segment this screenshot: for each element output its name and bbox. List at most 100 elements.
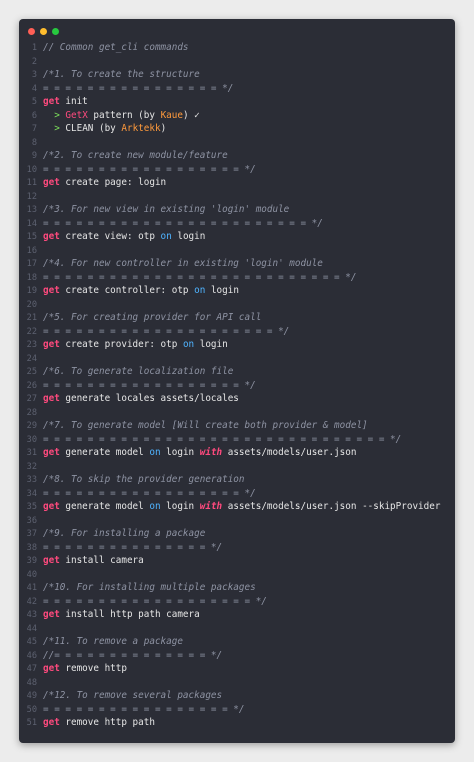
line-number: 4 — [31, 83, 37, 94]
code-token-comment: /*1. To create the structure — [43, 69, 200, 80]
code-token-kw: get — [43, 663, 60, 674]
code-line: 45 /*11. To remove a package — [19, 635, 455, 649]
line-number: 2 — [31, 56, 37, 67]
line-number: 38 — [26, 542, 37, 553]
code-token-bullet: > — [54, 109, 66, 121]
code-token-name: Arktekk — [121, 123, 161, 134]
code-line: 32 — [19, 460, 455, 474]
code-token-kw: get — [43, 447, 60, 458]
code-token-on: on — [149, 501, 161, 512]
code-line: 30 = = = = = = = = = = = = = = = = = = = … — [19, 433, 455, 447]
code-line: 40 — [19, 568, 455, 582]
code-token-name: Kaue — [160, 109, 183, 121]
line-number: 20 — [26, 299, 37, 310]
code-line: 36 — [19, 514, 455, 528]
line-number: 1 — [31, 43, 37, 53]
code-token-plain: ) ✓ — [182, 109, 200, 121]
code-line: 20 — [19, 298, 455, 312]
line-number: 14 — [26, 218, 37, 229]
code-token-comment: = = = = = = = = = = = = = = = = = = */ — [43, 163, 256, 175]
code-token-comment: // Common get_cli commands — [43, 42, 189, 53]
code-line: 15 get create view: otp on login — [19, 230, 455, 244]
code-token-ext: GetX — [65, 109, 88, 121]
code-token-plain: login — [205, 285, 239, 296]
code-token-kw: get — [43, 177, 60, 188]
code-token-comment: /*3. For new view in existing 'login' mo… — [43, 204, 290, 215]
code-token-comment: = = = = = = = = = = = = = = = */ — [43, 541, 223, 553]
line-number: 30 — [26, 434, 37, 445]
line-number: 46 — [26, 650, 37, 661]
line-number: 34 — [26, 488, 37, 499]
code-token-comment: = = = = = = = = = = = = = = = = = = = = … — [43, 433, 402, 445]
line-number: 29 — [26, 421, 37, 431]
code-line: 39 get install camera — [19, 554, 455, 568]
line-number: 42 — [26, 596, 37, 607]
line-number: 16 — [26, 245, 37, 256]
code-token-comment: = = = = = = = = = = = = = = = = = = */ — [43, 487, 256, 499]
code-token-kw: get — [43, 609, 60, 620]
line-number: 24 — [26, 353, 37, 364]
code-line: 50 = = = = = = = = = = = = = = = = = */ — [19, 703, 455, 717]
line-number: 28 — [26, 407, 37, 418]
code-line: 31 get generate model on login with asset… — [19, 446, 455, 460]
code-token-plain: login — [194, 339, 228, 350]
code-token-comment: = = = = = = = = = = = = = = = = = = */ — [43, 379, 256, 391]
code-token-kw: get — [43, 501, 60, 512]
code-window: 1 // Common get_cli commands 2 3/*1. To cre… — [19, 19, 455, 743]
line-number: 47 — [26, 664, 37, 674]
code-token-plain: assets/models/user.json --skipProvider — [222, 501, 441, 512]
code-line: 43 get install http path camera — [19, 608, 455, 622]
minimize-window-dot-icon[interactable] — [40, 28, 47, 35]
code-token-with: with — [199, 501, 223, 512]
code-token-comment: = = = = = = = = = = = = = = = = */ — [43, 82, 234, 94]
code-token-plain: assets/models/user.json — [222, 447, 357, 458]
code-line: 6 > GetX pattern (by Kaue) ✓ — [19, 109, 455, 123]
code-token-kw: get — [43, 96, 60, 107]
line-number: 12 — [26, 191, 37, 202]
code-line: 44 — [19, 622, 455, 636]
window-titlebar — [19, 19, 455, 41]
line-number: 49 — [26, 691, 37, 701]
code-token-comment: /*11. To remove a package — [43, 636, 183, 647]
code-line: 3 /*1. To create the structure — [19, 68, 455, 82]
code-token-plain: generate model — [59, 501, 150, 512]
line-number: 32 — [26, 461, 37, 472]
code-line: 7 > CLEAN (by Arktekk) — [19, 122, 455, 136]
line-number: 48 — [26, 677, 37, 688]
code-token-comment: /*12. To remove several packages — [43, 690, 223, 701]
line-number: 37 — [26, 529, 37, 539]
code-line: 23 get create provider: otp on login — [19, 338, 455, 352]
code-line: 9 /*2. To create new module/feature — [19, 149, 455, 163]
code-token-kw: get — [43, 339, 60, 350]
code-token-plain: login — [160, 501, 200, 512]
line-number: 51 — [26, 718, 37, 728]
line-number: 17 — [26, 259, 37, 269]
code-line: 12 — [19, 190, 455, 204]
line-number: 22 — [26, 326, 37, 337]
close-window-dot-icon[interactable] — [28, 28, 35, 35]
line-number: 5 — [31, 97, 37, 107]
line-number: 31 — [26, 448, 37, 458]
code-token-with: with — [199, 447, 223, 458]
code-token-comment: = = = = = = = = = = = = = = = = = = = */ — [43, 595, 267, 607]
code-token-comment: /*6. To generate localization file — [43, 366, 234, 377]
code-token-comment: /*4. For new controller in existing 'log… — [43, 258, 323, 269]
line-number: 6 — [31, 110, 37, 121]
line-number: 13 — [26, 205, 37, 215]
code-token-plain: init — [59, 96, 88, 107]
code-token-comment: = = = = = = = = = = = = = = = = = = = = … — [43, 217, 323, 229]
code-token-plain: generate locales assets/locales — [59, 393, 239, 404]
line-number: 21 — [26, 313, 37, 323]
code-line: 27 get generate locales assets/locales — [19, 392, 455, 406]
maximize-window-dot-icon[interactable] — [52, 28, 59, 35]
code-token-kw: get — [43, 717, 60, 728]
code-token-plain: generate model — [59, 447, 150, 458]
code-token-on: on — [182, 339, 195, 350]
code-line: 16 — [19, 244, 455, 258]
code-line: 48 — [19, 676, 455, 690]
line-number: 25 — [26, 367, 37, 377]
code-line: 4 = = = = = = = = = = = = = = = = */ — [19, 82, 455, 96]
line-number: 19 — [26, 286, 37, 296]
